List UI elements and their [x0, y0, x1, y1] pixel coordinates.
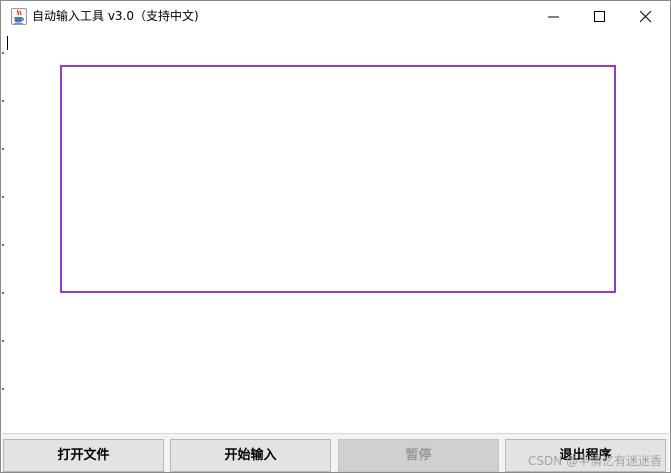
start-input-button[interactable]: 开始输入	[170, 439, 331, 472]
watermark-text: CSDN @半情忆有迷迷香	[528, 454, 663, 468]
maximize-button[interactable]	[577, 1, 623, 32]
app-window: 自动输入工具 v3.0（支持中文) 打开文件 开始输入 暂停 退出程序 CSDN…	[0, 0, 671, 473]
minimize-icon	[548, 16, 559, 18]
text-caret	[7, 36, 8, 50]
target-region-box	[60, 65, 616, 293]
java-cup-icon[interactable]	[11, 8, 27, 25]
title-bar[interactable]: 自动输入工具 v3.0（支持中文)	[1, 1, 670, 32]
close-icon	[640, 11, 652, 23]
text-input-area[interactable]	[2, 32, 669, 433]
minimize-button[interactable]	[531, 1, 577, 32]
maximize-icon	[594, 11, 605, 22]
content-panel	[2, 32, 669, 433]
open-file-button[interactable]: 打开文件	[3, 439, 164, 472]
close-button[interactable]	[623, 1, 669, 32]
pause-button[interactable]: 暂停	[338, 439, 499, 472]
left-edge-markers	[2, 32, 4, 433]
window-title: 自动输入工具 v3.0（支持中文)	[32, 9, 199, 23]
